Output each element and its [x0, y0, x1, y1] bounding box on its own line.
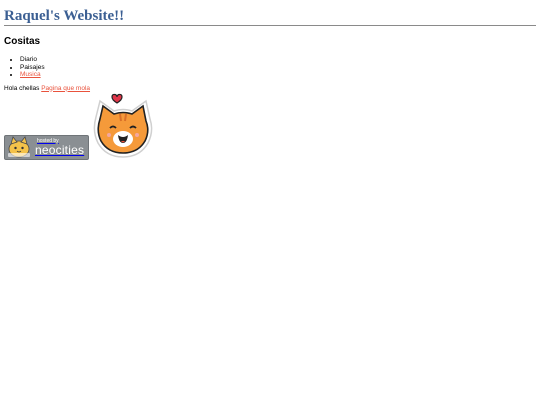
- badge-text: hosted by neocities: [35, 138, 85, 157]
- pagina-que-mola-link[interactable]: Pagina que mola: [41, 85, 90, 92]
- musica-link[interactable]: Musica: [20, 71, 41, 78]
- neocities-cat-icon: [8, 136, 30, 158]
- list-item-musica: Musica: [20, 71, 536, 79]
- diario-label: Diario: [20, 56, 37, 63]
- cositas-list: Diario Paisajes Musica: [4, 56, 536, 79]
- list-item-diario: Diario: [20, 56, 536, 64]
- cositas-heading: Cositas: [4, 36, 41, 47]
- badge-row: hosted by neocities: [4, 93, 536, 167]
- greeting-text: Hola chellas: [4, 84, 42, 92]
- title-divider: [4, 25, 536, 26]
- paisajes-label: Paisajes: [20, 63, 45, 71]
- badge-neocities: neocities: [35, 142, 85, 157]
- list-item-paisajes: Paisajes: [20, 64, 536, 72]
- site-title: Raquel's Website!!: [4, 8, 125, 24]
- neocities-badge-link[interactable]: hosted by neocities: [4, 134, 89, 160]
- greeting-paragraph: Hola chellas Pagina que mola: [4, 85, 536, 93]
- cat-heart-sticker-icon: [93, 93, 153, 158]
- page: Raquel's Website!! Cositas Diario Paisaj…: [0, 0, 540, 405]
